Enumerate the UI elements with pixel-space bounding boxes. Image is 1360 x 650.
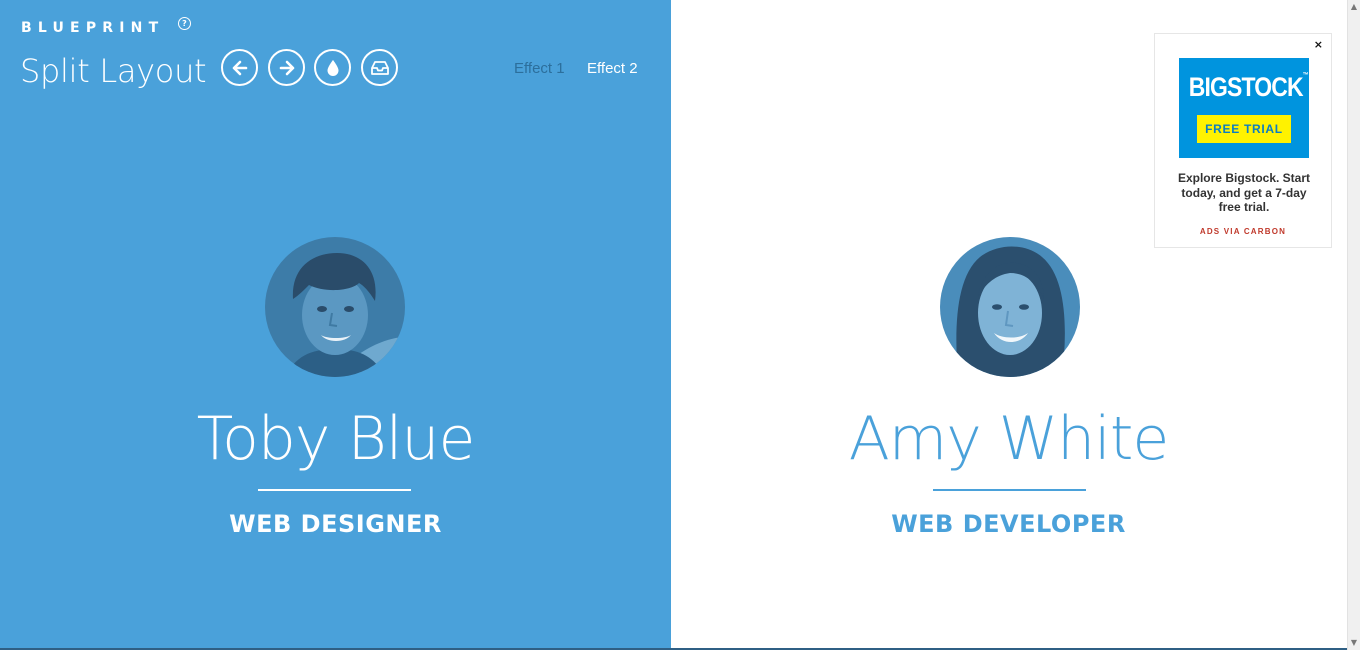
profile-name-amy: Amy White [848,404,1170,474]
inbox-icon [370,60,389,75]
avatar-toby [265,237,405,377]
carbon-ad[interactable]: × BIGSTOCK™ FREE TRIAL Explore Bigstock.… [1154,33,1332,248]
name-divider [933,489,1086,491]
ad-free-trial-button[interactable]: FREE TRIAL [1197,115,1291,143]
profile-name-toby: Toby Blue [196,404,476,474]
name-divider [258,489,411,491]
help-icon[interactable]: ? [178,17,191,30]
page-title: Split Layout [20,52,207,90]
effect-1-link[interactable]: Effect 1 [514,60,565,77]
next-button[interactable] [268,49,305,86]
arrow-right-icon [279,60,294,75]
avatar-photo-male-icon [265,237,405,377]
ads-via-carbon-link[interactable]: ADS VIA CARBON [1155,227,1331,236]
profile-role-amy: WEB DEVELOPER [891,510,1126,538]
ad-description[interactable]: Explore Bigstock. Start today, and get a… [1169,171,1319,215]
previous-button[interactable] [221,49,258,86]
blueprint-logo[interactable]: BLUEPRINT [21,20,164,36]
arrow-left-icon [232,60,247,75]
scroll-up-icon[interactable]: ▲ [1349,2,1359,12]
left-panel[interactable]: BLUEPRINT ? Split Layout Effect 1 Effect… [0,0,671,650]
scroll-down-icon[interactable]: ▼ [1349,638,1359,648]
vertical-scrollbar[interactable]: ▲ ▼ [1347,0,1360,650]
profile-role-toby: WEB DESIGNER [229,510,442,538]
ad-close-icon[interactable]: × [1314,38,1323,51]
ad-brand-logo: BIGSTOCK™ [1188,72,1309,103]
avatar-photo-female-icon [940,237,1080,377]
avatar-amy [940,237,1080,377]
droplet-icon [327,59,338,76]
theme-button[interactable] [314,49,351,86]
archive-button[interactable] [361,49,398,86]
ad-brand-text: BIGSTOCK [1188,72,1304,102]
effect-2-link[interactable]: Effect 2 [587,60,638,77]
ad-trademark: ™ [1302,72,1309,79]
ad-banner-image[interactable]: BIGSTOCK™ FREE TRIAL [1179,58,1309,158]
